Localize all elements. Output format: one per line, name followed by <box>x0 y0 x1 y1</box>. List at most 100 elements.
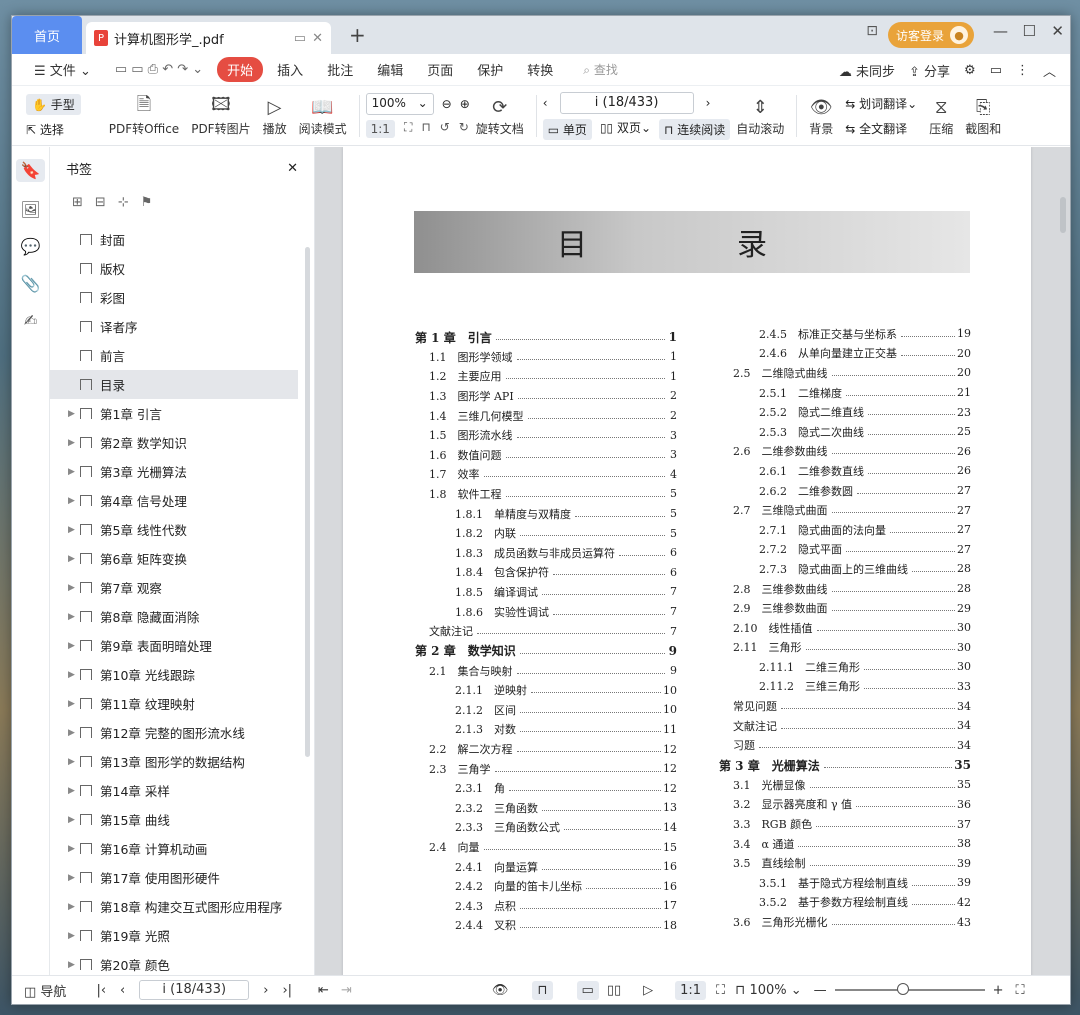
expand-arrow-icon[interactable]: ▶ <box>68 757 80 767</box>
zoom-select[interactable]: 100% ⌄ <box>365 93 434 115</box>
zoom-plus-icon[interactable]: + <box>993 983 1004 998</box>
bookmark-item[interactable]: ▶ 第3章 光栅算法 <box>50 457 314 486</box>
fit-width-icon[interactable]: ⊓ <box>421 120 430 138</box>
pin-icon[interactable]: ▭ <box>294 31 306 46</box>
double-mode-icon[interactable]: ▯▯ <box>607 983 621 998</box>
expand-arrow-icon[interactable]: ▶ <box>68 641 80 651</box>
expand-arrow-icon[interactable]: ▶ <box>68 525 80 535</box>
bookmark-item[interactable]: ▶ 第1章 引言 <box>50 399 314 428</box>
compress-button[interactable]: ⧖ 压缩 <box>929 94 953 137</box>
signature-icon[interactable]: ✍ <box>24 311 37 330</box>
bookmark-add-icon[interactable]: ⊹ <box>118 195 129 210</box>
expand-arrow-icon[interactable]: ▶ <box>68 670 80 680</box>
bookmark-item[interactable]: ▶ 第5章 线性代数 <box>50 515 314 544</box>
share-button[interactable]: ⇪ 分享 <box>909 61 950 80</box>
menu-page[interactable]: 页面 <box>417 60 463 79</box>
word-translate-button[interactable]: ⇆ 划词翻译⌄ <box>845 95 917 112</box>
viewer-scrollbar[interactable] <box>1060 197 1066 233</box>
quick-tools-icon[interactable]: ▭ ▭ ⎙ ↶ ↷ ⌄ <box>105 62 213 77</box>
next-page-icon[interactable]: › <box>706 96 711 110</box>
bookmark-item[interactable]: 版权 <box>50 254 314 283</box>
bookmark-item[interactable]: ▶ 第13章 图形学的数据结构 <box>50 747 314 776</box>
double-page-button[interactable]: ▯▯ 双页⌄ <box>600 119 651 140</box>
bookmark-item[interactable]: ▶ 第14章 采样 <box>50 776 314 805</box>
bookmark-item[interactable]: ▶ 第7章 观察 <box>50 573 314 602</box>
expand-arrow-icon[interactable]: ▶ <box>68 583 80 593</box>
bookmark-item[interactable]: ▶ 第19章 光照 <box>50 921 314 950</box>
bookmark-item[interactable]: ▶ 第12章 完整的图形流水线 <box>50 718 314 747</box>
expand-arrow-icon[interactable]: ▶ <box>68 409 80 419</box>
bookmark-item[interactable]: ▶ 第4章 信号处理 <box>50 486 314 515</box>
comment-list-icon[interactable]: 💬 <box>21 237 41 256</box>
bookmark-item[interactable]: ▶ 第11章 纹理映射 <box>50 689 314 718</box>
bookmark-item[interactable]: 目录 <box>50 370 298 399</box>
eye-mode-icon[interactable]: 👁 <box>492 983 509 998</box>
bookmark-icon[interactable]: 🔖 <box>15 159 46 182</box>
menu-annotate[interactable]: 批注 <box>317 60 363 79</box>
close-window-icon[interactable]: ✕ <box>1051 22 1064 40</box>
bookmark-item[interactable]: 彩图 <box>50 283 314 312</box>
settings-icon[interactable]: ⚙ <box>964 63 976 78</box>
play-status-icon[interactable]: ▷ <box>643 983 653 998</box>
background-button[interactable]: 👁 背景 <box>809 94 833 137</box>
expand-arrow-icon[interactable]: ▶ <box>68 438 80 448</box>
zoom-in-icon[interactable]: ⊕ <box>460 97 470 111</box>
add-bookmark-icon[interactable]: ⊞ <box>72 195 83 210</box>
continuous-button[interactable]: ⊓ 连续阅读 <box>659 118 731 140</box>
page-input[interactable]: i (18/433) <box>559 91 694 114</box>
bookmark-item[interactable]: ▶ 第8章 隐藏面消除 <box>50 602 314 631</box>
thumbnail-icon[interactable]: 🖼 <box>20 200 40 219</box>
status-next-icon[interactable]: › <box>263 983 268 998</box>
rotate-doc-button[interactable]: ⟳ 旋转文档 <box>476 94 524 137</box>
expand-arrow-icon[interactable]: ▶ <box>68 699 80 709</box>
expand-arrow-icon[interactable]: ▶ <box>68 554 80 564</box>
expand-arrow-icon[interactable]: ▶ <box>68 873 80 883</box>
play-button[interactable]: ▷ 播放 <box>263 94 287 137</box>
close-panel-icon[interactable]: ✕ <box>287 161 298 176</box>
window-layout-icon[interactable]: ⊡ <box>866 23 878 39</box>
collapse-icon[interactable]: ︿ <box>1043 61 1056 80</box>
new-tab-button[interactable]: + <box>349 23 366 47</box>
maximize-icon[interactable]: ☐ <box>1023 22 1036 40</box>
attachment-icon[interactable]: 📎 <box>21 274 41 293</box>
bookmark-item[interactable]: ▶ 第17章 使用图形硬件 <box>50 863 314 892</box>
bookmark-flag-icon[interactable]: ⚑ <box>141 195 153 210</box>
menu-insert[interactable]: 插入 <box>267 60 313 79</box>
zoom-slider[interactable] <box>834 983 985 995</box>
pdf-to-office-button[interactable]: 🗎 PDF转Office <box>109 94 179 137</box>
continuous-mode-icon[interactable]: ⊓ <box>532 980 553 1000</box>
pdf-to-image-button[interactable]: 🖾 PDF转图片 <box>191 94 250 137</box>
nav-toggle[interactable]: ◫ 导航 <box>24 981 66 1000</box>
panel-scrollbar[interactable] <box>305 247 310 757</box>
read-mode-button[interactable]: 📖 阅读模式 <box>299 94 347 137</box>
select-tool-button[interactable]: ⇱ 选择 <box>26 121 81 138</box>
bookmark-item[interactable]: ▶ 第9章 表面明暗处理 <box>50 631 314 660</box>
prev-page-icon[interactable]: ‹ <box>543 96 548 110</box>
fit-status-icon[interactable]: ⛶ <box>716 983 725 998</box>
actual-size-icon[interactable]: 1:1 <box>365 120 395 138</box>
tab-home[interactable]: 首页 <box>12 16 82 54</box>
bookmark-item[interactable]: ▶ 第15章 曲线 <box>50 805 314 834</box>
menu-convert[interactable]: 转换 <box>517 60 563 79</box>
tab-document[interactable]: P 计算机图形学_.pdf ▭ ✕ <box>86 22 331 54</box>
bookmark-item[interactable]: ▶ 第18章 构建交互式图形应用程序 <box>50 892 314 921</box>
last-page-icon[interactable]: ›| <box>282 983 292 998</box>
full-translate-button[interactable]: ⇆ 全文翻译 <box>845 120 917 137</box>
zoom-out-icon[interactable]: ⊖ <box>442 97 452 111</box>
bookmark-item[interactable]: ▶ 第6章 矩阵变换 <box>50 544 314 573</box>
more-icon[interactable]: ⋮ <box>1016 63 1029 78</box>
expand-arrow-icon[interactable]: ▶ <box>68 902 80 912</box>
expand-arrow-icon[interactable]: ▶ <box>68 496 80 506</box>
single-mode-icon[interactable]: ▭ <box>576 980 599 1000</box>
menu-file[interactable]: ☰ 文件 ⌄ <box>24 60 101 79</box>
back-icon[interactable]: ⇤ <box>318 983 329 998</box>
bookmark-item[interactable]: 译者序 <box>50 312 314 341</box>
bookmark-item[interactable]: 前言 <box>50 341 314 370</box>
bookmark-item[interactable]: ▶ 第10章 光线跟踪 <box>50 660 314 689</box>
menu-edit[interactable]: 编辑 <box>367 60 413 79</box>
expand-arrow-icon[interactable]: ▶ <box>68 844 80 854</box>
first-page-icon[interactable]: |‹ <box>96 983 106 998</box>
zoom-status[interactable]: ⊓ 100% ⌄ <box>735 983 801 998</box>
login-button[interactable]: 访客登录 ● <box>887 22 974 48</box>
comment-icon[interactable]: ▭ <box>990 63 1002 78</box>
